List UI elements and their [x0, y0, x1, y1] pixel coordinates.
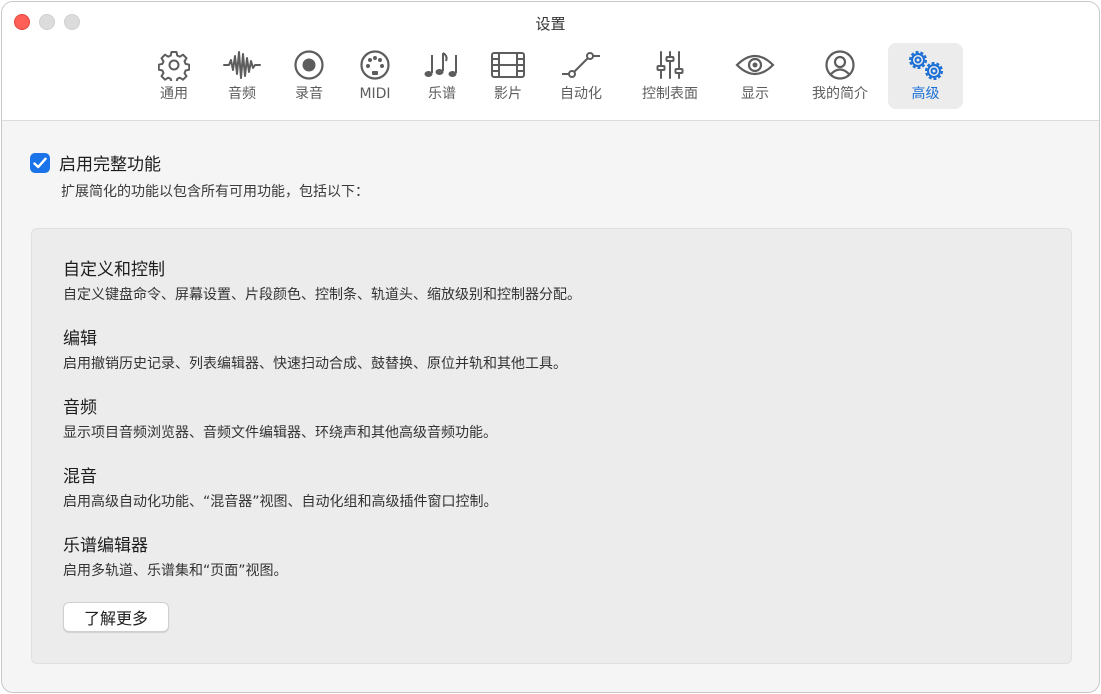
- settings-toolbar: 通用 音频 录音 MIDI 乐谱 影片 自动化 控制表面 显示 我的简介 高级: [2, 43, 1099, 111]
- advanced-pane: 启用完整功能 扩展简化的功能以包含所有可用功能，包括以下： 自定义和控制 自定义…: [2, 121, 1099, 692]
- tab-label: 显示: [741, 86, 769, 102]
- window-title: 设置: [535, 15, 566, 33]
- section-score-editor: 乐谱编辑器 启用多轨道、乐谱集和“页面”视图。: [63, 536, 288, 580]
- gears-icon: [904, 45, 948, 85]
- tab-record[interactable]: 录音: [280, 43, 338, 109]
- section-description: 显示项目音频浏览器、音频文件编辑器、环绕声和其他高级音频功能。: [63, 425, 497, 441]
- section-description: 启用多轨道、乐谱集和“页面”视图。: [63, 563, 288, 579]
- tab-advanced[interactable]: 高级: [888, 43, 963, 109]
- tab-label: 通用: [160, 86, 188, 102]
- tab-label: 控制表面: [642, 86, 698, 102]
- section-customization: 自定义和控制 自定义键盘命令、屏幕设置、片段颜色、控制条、轨道头、缩放级别和控制…: [63, 260, 581, 304]
- tab-control-surfaces[interactable]: 控制表面: [632, 43, 708, 109]
- tab-movie[interactable]: 影片: [479, 43, 537, 109]
- tab-label: 音频: [228, 86, 256, 102]
- tab-midi[interactable]: MIDI: [346, 43, 404, 109]
- tab-automation[interactable]: 自动化: [548, 43, 614, 109]
- music-notes-icon: [420, 45, 464, 85]
- tab-label: 我的简介: [812, 86, 868, 102]
- tab-audio[interactable]: 音频: [213, 43, 271, 109]
- checkmark-icon: [33, 157, 47, 168]
- section-title: 编辑: [63, 329, 97, 349]
- film-icon: [486, 45, 530, 85]
- section-title: 乐谱编辑器: [63, 536, 148, 556]
- section-description: 启用撤销历史记录、列表编辑器、快速扫动合成、鼓替换、原位并轨和其他工具。: [63, 356, 567, 372]
- features-panel: 自定义和控制 自定义键盘命令、屏幕设置、片段颜色、控制条、轨道头、缩放级别和控制…: [31, 228, 1072, 664]
- section-title: 音频: [63, 398, 97, 418]
- learn-more-button[interactable]: 了解更多: [63, 602, 169, 632]
- enable-complete-features-description: 扩展简化的功能以包含所有可用功能，包括以下：: [61, 184, 369, 200]
- title-bar: 设置 通用 音频 录音 MIDI 乐谱 影片 自动化 控制表面 显示 我的简介 …: [2, 2, 1099, 121]
- enable-complete-features-row: 启用完整功能: [30, 150, 161, 175]
- section-title: 自定义和控制: [63, 260, 165, 280]
- tab-label: 自动化: [560, 86, 602, 102]
- eye-icon: [733, 45, 777, 85]
- section-editing: 编辑 启用撤销历史记录、列表编辑器、快速扫动合成、鼓替换、原位并轨和其他工具。: [63, 329, 567, 373]
- waveform-icon: [220, 45, 264, 85]
- tab-display[interactable]: 显示: [726, 43, 784, 109]
- section-description: 自定义键盘命令、屏幕设置、片段颜色、控制条、轨道头、缩放级别和控制器分配。: [63, 287, 581, 303]
- midi-port-icon: [353, 45, 397, 85]
- enable-complete-features-label[interactable]: 启用完整功能: [59, 150, 161, 175]
- section-mixing: 混音 启用高级自动化功能、“混音器”视图、自动化组和高级插件窗口控制。: [63, 467, 498, 511]
- tab-score[interactable]: 乐谱: [413, 43, 471, 109]
- section-title: 混音: [63, 467, 97, 487]
- tab-my-info[interactable]: 我的简介: [802, 43, 878, 109]
- tab-general[interactable]: 通用: [145, 43, 203, 109]
- section-description: 启用高级自动化功能、“混音器”视图、自动化组和高级插件窗口控制。: [63, 494, 498, 510]
- tab-label: 影片: [494, 86, 522, 102]
- settings-window: 设置 通用 音频 录音 MIDI 乐谱 影片 自动化 控制表面 显示 我的简介 …: [1, 1, 1100, 693]
- tab-label: 录音: [295, 86, 323, 102]
- tab-label: 乐谱: [428, 86, 456, 102]
- tab-label: 高级: [911, 86, 940, 102]
- sliders-icon: [648, 45, 692, 85]
- automation-curve-icon: [559, 45, 603, 85]
- tab-label: MIDI: [359, 86, 391, 102]
- record-icon: [287, 45, 331, 85]
- section-audio: 音频 显示项目音频浏览器、音频文件编辑器、环绕声和其他高级音频功能。: [63, 398, 497, 442]
- gear-icon: [152, 45, 196, 85]
- person-circle-icon: [818, 45, 862, 85]
- enable-complete-features-checkbox[interactable]: [30, 152, 50, 173]
